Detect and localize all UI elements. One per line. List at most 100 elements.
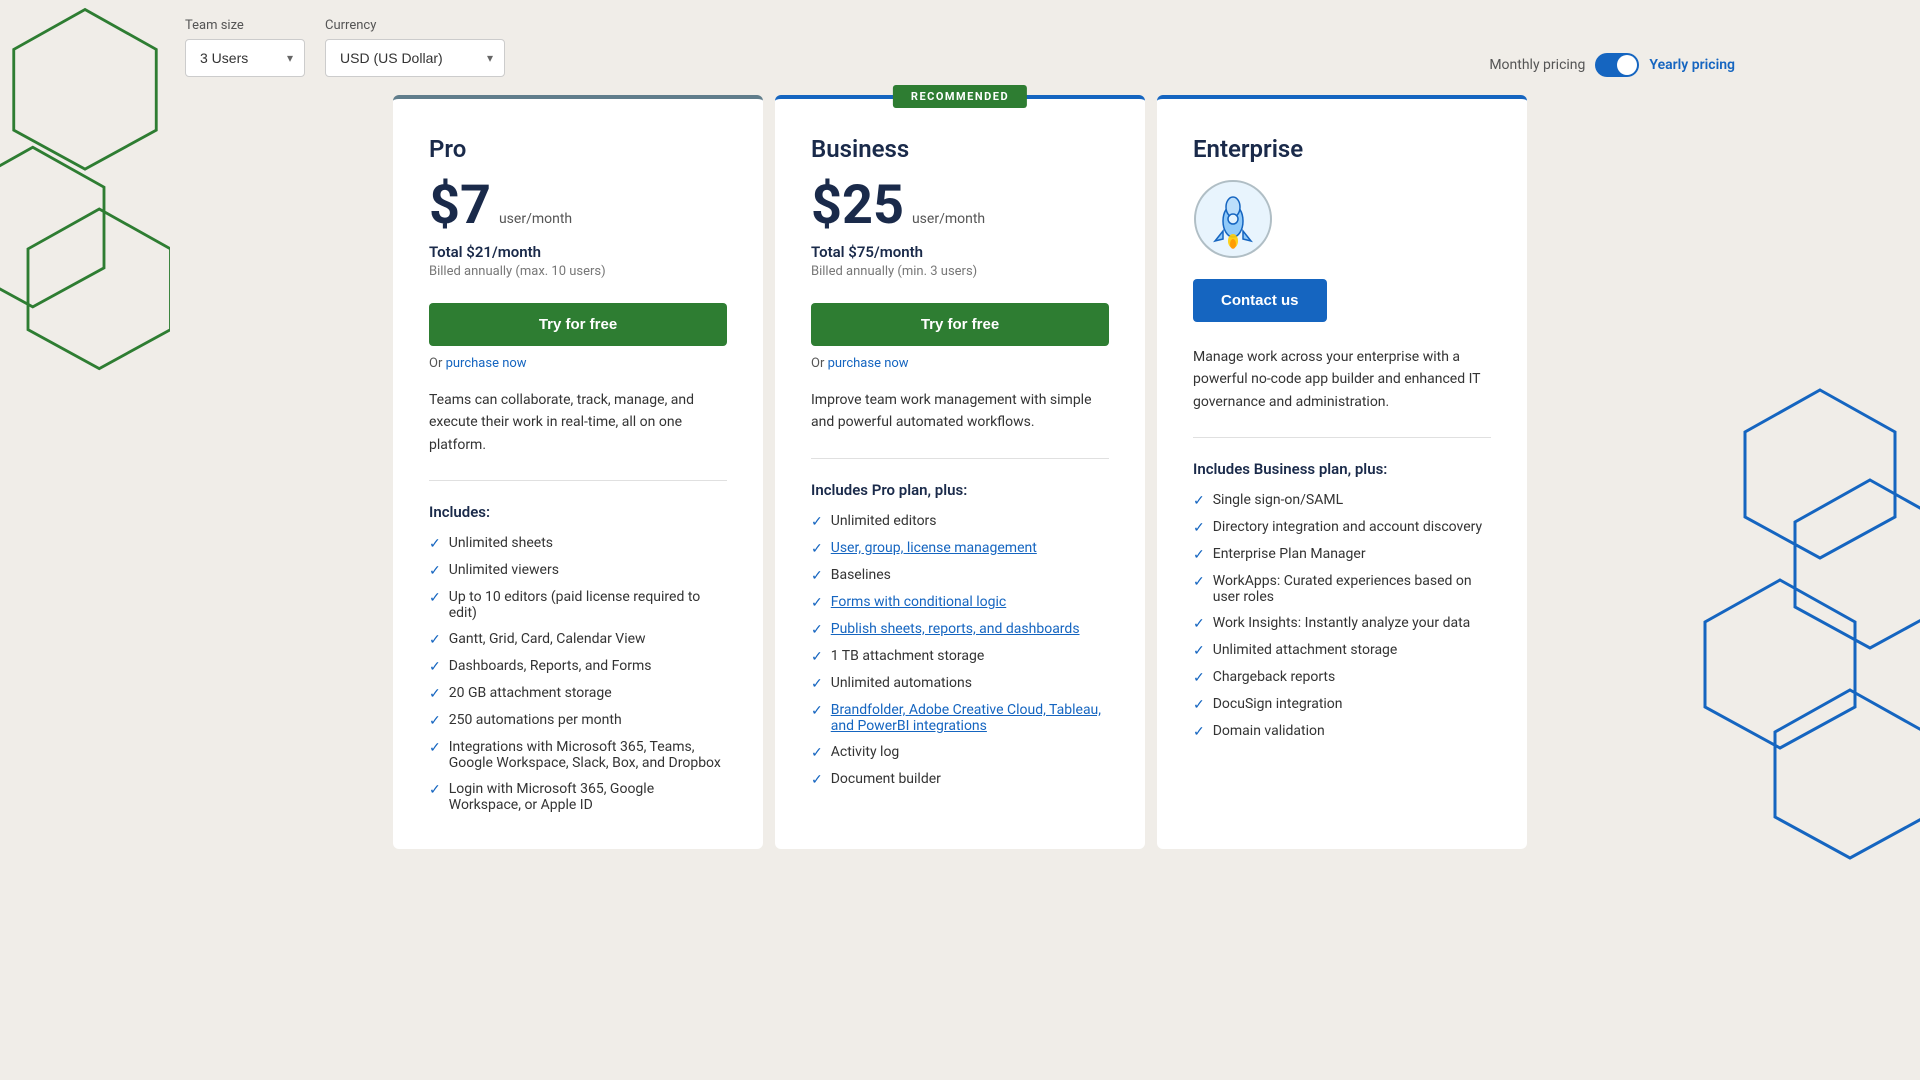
pro-includes-title: Includes: <box>429 503 727 521</box>
check-icon: ✓ <box>811 622 823 638</box>
list-item: ✓ Document builder <box>811 771 1109 788</box>
ent-feature-0: Single sign-on/SAML <box>1213 492 1343 508</box>
business-purchase-link[interactable]: purchase now <box>828 356 909 371</box>
ent-feature-6: Chargeback reports <box>1213 669 1336 685</box>
list-item: ✓ User, group, license management <box>811 540 1109 557</box>
biz-feature-4[interactable]: Publish sheets, reports, and dashboards <box>831 621 1080 637</box>
currency-wrapper[interactable]: USD (US Dollar) EUR (Euro) GBP (British … <box>325 39 505 77</box>
pro-cta-button[interactable]: Try for free <box>429 303 727 346</box>
check-icon: ✓ <box>1193 574 1205 590</box>
plan-card-business: RECOMMENDED Business $25 user/month Tota… <box>775 95 1145 849</box>
yearly-pricing-label: Yearly pricing <box>1649 57 1735 73</box>
team-size-wrapper[interactable]: 3 Users 1 User 2 Users 5 Users 10 Users … <box>185 39 305 77</box>
biz-feature-7[interactable]: Brandfolder, Adobe Creative Cloud, Table… <box>831 702 1109 734</box>
business-price-unit: user/month <box>912 211 985 227</box>
business-plan-name: Business <box>811 135 1109 163</box>
business-includes-title: Includes Pro plan, plus: <box>811 481 1109 499</box>
business-purchase-prefix: Or <box>811 356 828 371</box>
check-icon: ✓ <box>1193 643 1205 659</box>
biz-feature-1[interactable]: User, group, license management <box>831 540 1037 556</box>
check-icon: ✓ <box>429 713 441 729</box>
list-item: ✓WorkApps: Curated experiences based on … <box>1193 573 1491 605</box>
plan-card-enterprise: Enterprise <box>1157 95 1527 849</box>
pricing-toggle-switch[interactable] <box>1595 53 1639 77</box>
pro-feature-3: Gantt, Grid, Card, Calendar View <box>449 631 646 647</box>
check-icon: ✓ <box>811 649 823 665</box>
currency-field: Currency USD (US Dollar) EUR (Euro) GBP … <box>325 18 505 77</box>
list-item: ✓Gantt, Grid, Card, Calendar View <box>429 631 727 648</box>
list-item: ✓Login with Microsoft 365, Google Worksp… <box>429 781 727 813</box>
top-bar: Team size 3 Users 1 User 2 Users 5 Users… <box>0 0 1920 95</box>
rocket-icon <box>1193 179 1273 259</box>
pro-price-amount: $7 <box>429 179 491 233</box>
business-cta-button[interactable]: Try for free <box>811 303 1109 346</box>
check-icon: ✓ <box>429 740 441 756</box>
team-size-field: Team size 3 Users 1 User 2 Users 5 Users… <box>185 18 305 77</box>
pro-feature-7: Integrations with Microsoft 365, Teams, … <box>449 739 727 771</box>
check-icon: ✓ <box>811 772 823 788</box>
check-icon: ✓ <box>811 676 823 692</box>
monthly-pricing-label: Monthly pricing <box>1489 57 1585 73</box>
biz-feature-0: Unlimited editors <box>831 513 937 529</box>
enterprise-cta-button[interactable]: Contact us <box>1193 279 1327 322</box>
pro-purchase-prefix: Or <box>429 356 446 371</box>
pro-description: Teams can collaborate, track, manage, an… <box>429 389 727 456</box>
check-icon: ✓ <box>811 541 823 557</box>
list-item: ✓ Unlimited viewers <box>429 562 727 579</box>
biz-feature-3[interactable]: Forms with conditional logic <box>831 594 1007 610</box>
business-price-row: $25 user/month <box>811 179 1109 233</box>
pro-feature-list: ✓Unlimited sheets ✓Unlimited viewers ✓Up… <box>429 535 727 813</box>
currency-label: Currency <box>325 18 505 33</box>
biz-feature-2: Baselines <box>831 567 891 583</box>
enterprise-description: Manage work across your enterprise with … <box>1193 346 1491 413</box>
enterprise-divider <box>1193 437 1491 438</box>
ent-feature-7: DocuSign integration <box>1213 696 1343 712</box>
check-icon: ✓ <box>1193 697 1205 713</box>
list-item: ✓Activity log <box>811 744 1109 761</box>
list-item: ✓ Up to 10 editors (paid license required… <box>429 589 727 621</box>
pro-feature-1: Unlimited viewers <box>449 562 559 578</box>
check-icon: ✓ <box>429 782 441 798</box>
check-icon: ✓ <box>429 659 441 675</box>
plan-card-pro: Pro $7 user/month Total $21/month Billed… <box>393 95 763 849</box>
business-divider <box>811 458 1109 459</box>
list-item: ✓ Unlimited attachment storage <box>1193 642 1491 659</box>
list-item: ✓Directory integration and account disco… <box>1193 519 1491 536</box>
list-item: ✓Dashboards, Reports, and Forms <box>429 658 727 675</box>
check-icon: ✓ <box>1193 616 1205 632</box>
pro-purchase-link[interactable]: purchase now <box>446 356 527 371</box>
check-icon: ✓ <box>1193 520 1205 536</box>
list-item: ✓1 TB attachment storage <box>811 648 1109 665</box>
check-icon: ✓ <box>429 590 441 606</box>
pricing-toggle: Monthly pricing Yearly pricing <box>1489 53 1735 77</box>
pro-divider <box>429 480 727 481</box>
business-price-total: Total $75/month <box>811 243 1109 261</box>
plans-container: Pro $7 user/month Total $21/month Billed… <box>0 95 1920 849</box>
team-size-select[interactable]: 3 Users 1 User 2 Users 5 Users 10 Users <box>185 39 305 77</box>
business-price-amount: $25 <box>811 179 904 233</box>
filters: Team size 3 Users 1 User 2 Users 5 Users… <box>185 18 505 77</box>
check-icon: ✓ <box>1193 724 1205 740</box>
list-item: ✓Baselines <box>811 567 1109 584</box>
ent-feature-5: Unlimited attachment storage <box>1213 642 1398 658</box>
check-icon: ✓ <box>429 686 441 702</box>
team-size-label: Team size <box>185 18 305 33</box>
check-icon: ✓ <box>429 536 441 552</box>
check-icon: ✓ <box>811 703 823 719</box>
check-icon: ✓ <box>429 563 441 579</box>
check-icon: ✓ <box>811 514 823 530</box>
list-item: ✓Chargeback reports <box>1193 669 1491 686</box>
pro-feature-6: 250 automations per month <box>449 712 622 728</box>
biz-feature-9: Document builder <box>831 771 941 787</box>
list-item: ✓20 GB attachment storage <box>429 685 727 702</box>
pro-price-row: $7 user/month <box>429 179 727 233</box>
pro-price-total: Total $21/month <box>429 243 727 261</box>
enterprise-feature-list: ✓ Single sign-on/SAML ✓Directory integrat… <box>1193 492 1491 740</box>
pro-feature-2: Up to 10 editors (paid license required … <box>449 589 727 621</box>
check-icon: ✓ <box>811 745 823 761</box>
ent-feature-4: Work Insights: Instantly analyze your da… <box>1213 615 1471 631</box>
currency-select[interactable]: USD (US Dollar) EUR (Euro) GBP (British … <box>325 39 505 77</box>
list-item: ✓ 250 automations per month <box>429 712 727 729</box>
check-icon: ✓ <box>1193 547 1205 563</box>
business-description: Improve team work management with simple… <box>811 389 1109 434</box>
